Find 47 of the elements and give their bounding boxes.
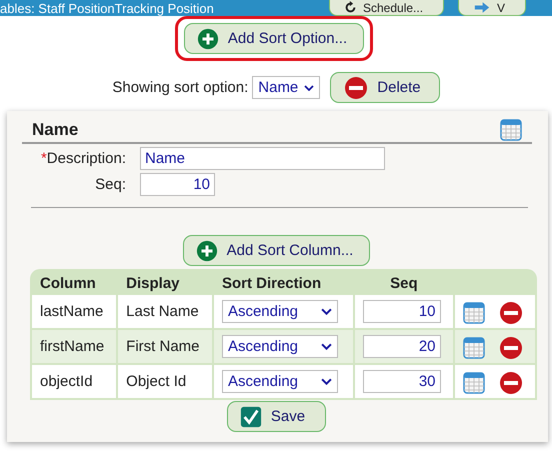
chevron-icon xyxy=(320,378,332,385)
remove-icon xyxy=(499,336,524,360)
input-field[interactable]: 20 xyxy=(362,335,441,358)
sort-option-dropdown[interactable]: Name xyxy=(252,76,320,99)
chevron-icon xyxy=(320,308,332,315)
column-header: Column xyxy=(39,274,97,293)
calendar-icon[interactable] xyxy=(463,372,486,394)
remove-icon xyxy=(499,301,524,325)
option-label: Showing sort option: xyxy=(112,79,248,96)
direction-dropdown[interactable]: Ascending xyxy=(222,300,338,323)
panel-title: Name xyxy=(32,120,78,140)
input-field[interactable]: Name xyxy=(140,147,385,170)
table-cell: Last Name xyxy=(118,295,212,328)
checkmark-icon xyxy=(240,406,262,428)
plus-icon xyxy=(196,240,218,262)
input-field[interactable]: 10 xyxy=(140,173,215,196)
page-title: ables: Staff PositionTracking Position xyxy=(0,1,215,16)
input-field[interactable]: 10 xyxy=(362,300,441,323)
remove-icon xyxy=(499,371,524,395)
field-label: Seq: xyxy=(94,176,126,193)
column-header: Seq xyxy=(389,274,419,293)
table-cell: Object Id xyxy=(118,365,212,398)
table-cell: First Name xyxy=(118,330,212,363)
add-sort-option-button[interactable]: Add Sort Option... xyxy=(184,23,364,54)
direction-dropdown[interactable]: Ascending xyxy=(222,335,338,358)
input-field[interactable]: 30 xyxy=(362,370,441,393)
minus-icon xyxy=(344,76,368,100)
direction-dropdown[interactable]: Ascending xyxy=(222,370,338,393)
refresh-icon xyxy=(344,1,357,14)
add-sort-column-button[interactable]: Add Sort Column... xyxy=(182,235,370,266)
toolbar-button[interactable]: V xyxy=(458,0,526,16)
arrow-icon xyxy=(473,1,492,14)
plus-icon xyxy=(196,28,219,50)
calendar-icon[interactable] xyxy=(500,119,522,141)
calendar-icon[interactable] xyxy=(463,302,486,324)
field-label: *Description: xyxy=(40,150,126,167)
table-cell: objectId xyxy=(32,365,116,398)
chevron-icon xyxy=(320,343,332,350)
calendar-icon[interactable] xyxy=(463,337,486,359)
delete-button[interactable]: Delete xyxy=(330,72,440,103)
column-header: Display xyxy=(125,274,181,293)
save-button[interactable]: Save xyxy=(226,401,326,432)
column-header: Sort Direction xyxy=(220,274,322,293)
chevron-icon xyxy=(304,84,314,90)
table-cell: firstName xyxy=(32,330,116,363)
toolbar-button[interactable]: Schedule... xyxy=(329,0,444,16)
table-cell: lastName xyxy=(32,295,116,328)
